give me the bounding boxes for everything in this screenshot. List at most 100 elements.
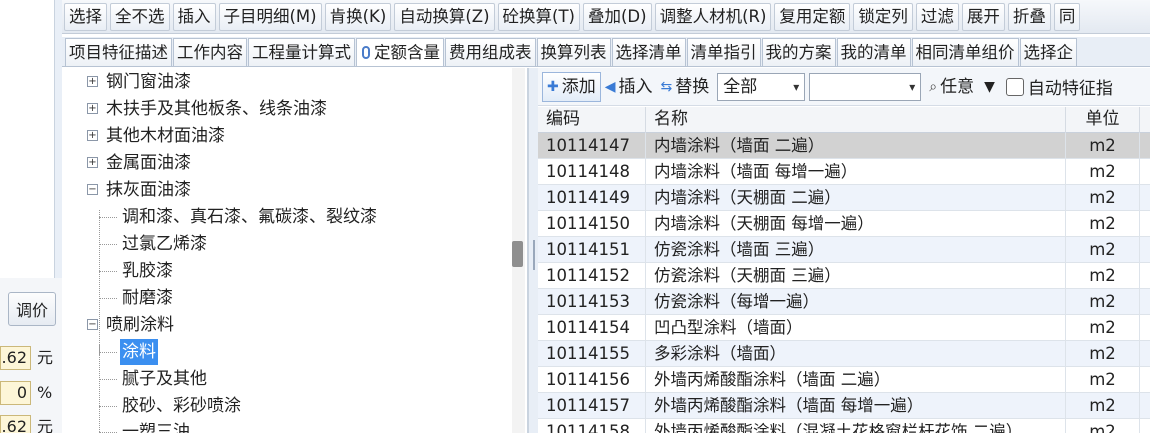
reuse-quota-button[interactable]: 复用定额 [774, 2, 851, 31]
any-match-button[interactable]: ⌕ 任意 [925, 72, 978, 102]
filter-button[interactable]: 过滤 [915, 2, 959, 31]
tab-conversion-list[interactable]: 换算列表 [536, 38, 611, 66]
same-button[interactable]: 同 [1053, 2, 1081, 31]
tree-item-label: 涂料 [120, 339, 158, 365]
tree-connector [99, 352, 117, 353]
cell-name: 内墙涂料（墙面 二遍） [646, 133, 1066, 159]
tree-item-label: 过氯乙烯漆 [122, 234, 207, 254]
adjust-materials-button[interactable]: 调整人材机(R) [654, 2, 772, 31]
insert-label: 插入 [618, 76, 653, 97]
auto-feature-checkbox[interactable] [1005, 77, 1024, 96]
scope-select[interactable]: 全部 ▾ [717, 72, 806, 101]
tab-label: 定额含量 [374, 43, 440, 62]
tab-same-bill-pricing[interactable]: 相同清单组价 [911, 38, 1019, 66]
expand-icon[interactable]: + [87, 76, 98, 87]
collapse-icon[interactable]: − [87, 184, 98, 195]
lock-column-button[interactable]: 锁定列 [853, 2, 913, 31]
tree-connector [99, 244, 117, 245]
table-row[interactable]: 10114156 外墙丙烯酸酯涂料（墙面 二遍） m2 [538, 367, 1150, 393]
tree-scrollbar-thumb[interactable] [512, 241, 523, 267]
tree-item-label: 腻子及其他 [122, 369, 207, 389]
column-header-unit[interactable]: 单位 [1066, 107, 1140, 133]
tab-select-enterprise[interactable]: 选择企 [1019, 38, 1077, 66]
tab-select-bill[interactable]: 选择清单 [611, 38, 686, 66]
tab-feature-description[interactable]: 项目特征描述 [65, 38, 172, 66]
tree-connector [99, 379, 117, 380]
tab-quantity-formula[interactable]: 工程量计算式 [248, 38, 355, 66]
value-row: .62 元 [0, 415, 62, 433]
table-row[interactable]: 10114152 仿瓷涂料（天棚面 三遍） m2 [538, 263, 1150, 289]
tree-item-label: 胶砂、彩砂喷涂 [122, 396, 241, 416]
expand-icon[interactable]: + [87, 157, 98, 168]
cell-name: 外墙丙烯酸酯涂料（墙面 二遍） [646, 367, 1066, 393]
auto-convert-button[interactable]: 自动换算(Z) [394, 2, 495, 31]
plus-icon: ✚ [547, 78, 559, 95]
expand-button[interactable]: 展开 [961, 2, 1005, 31]
insert-quota-button[interactable]: ◀ 插入 [601, 72, 657, 102]
cell-name: 凹凸型涂料（墙面） [646, 315, 1066, 341]
expand-icon[interactable]: + [87, 130, 98, 141]
cell-unit: m2 [1066, 341, 1140, 367]
swap-button[interactable]: 肯换(K) [324, 2, 392, 31]
table-row[interactable]: 10114153 仿瓷涂料（每增一遍） m2 [538, 289, 1150, 315]
table-row[interactable]: 10114155 多彩涂料（墙面） m2 [538, 341, 1150, 367]
tree-item-label: 木扶手及其他板条、线条油漆 [106, 99, 327, 119]
tree-connector [99, 298, 117, 299]
overlay-button[interactable]: 叠加(D) [582, 2, 652, 31]
table-row[interactable]: 10114158 外墙丙烯酸酯涂料（混凝土花格窗栏杆花饰 二遍） m2 [538, 419, 1150, 433]
tab-my-bills[interactable]: 我的清单 [836, 38, 911, 66]
collapse-button[interactable]: 折叠 [1007, 2, 1051, 31]
column-header-name[interactable]: 名称 [646, 107, 1066, 133]
dropdown-arrow-icon[interactable]: ▼ [984, 79, 995, 95]
table-row[interactable]: 10114157 外墙丙烯酸酯涂料（墙面 每增一遍） m2 [538, 393, 1150, 419]
tree-connector [99, 271, 117, 272]
chevron-down-icon: ▾ [909, 79, 916, 94]
quota-category-tree: + 钢门窗油漆 + 木扶手及其他板条、线条油漆 + 其他木材面油漆 + 金属面油… [62, 68, 528, 433]
adjust-price-button[interactable]: 调价 [8, 292, 56, 326]
value-field[interactable]: 0 [0, 381, 31, 405]
cell-unit: m2 [1066, 263, 1140, 289]
table-row[interactable]: 10114154 凹凸型涂料（墙面） m2 [538, 315, 1150, 341]
tab-my-plans[interactable]: 我的方案 [761, 38, 836, 66]
add-button[interactable]: ✚ 添加 [542, 71, 601, 102]
secondary-select[interactable]: ▾ [809, 72, 922, 101]
cell-name: 外墙丙烯酸酯涂料（墙面 每增一遍） [646, 393, 1066, 419]
chevron-down-icon: ▾ [793, 79, 800, 94]
value-row: 0 % [0, 381, 62, 407]
replace-button[interactable]: ⇆ 替换 [657, 72, 714, 102]
cell-unit: m2 [1066, 289, 1140, 315]
select-button[interactable]: 选择 [64, 2, 107, 31]
auto-feature-label: 自动特征指 [1027, 79, 1113, 99]
table-row[interactable]: 10114149 内墙涂料（天棚面 二遍） m2 [538, 185, 1150, 211]
value-field[interactable]: .62 [0, 346, 31, 370]
tab-work-content[interactable]: 工作内容 [173, 38, 247, 66]
sub-item-detail-button[interactable]: 子目明细(M) [218, 2, 322, 31]
pin-icon [362, 46, 370, 59]
tab-quota-content[interactable]: 定额含量 [356, 38, 444, 66]
value-field[interactable]: .62 [0, 415, 31, 433]
tree-item-label: 耐磨漆 [122, 288, 173, 308]
cell-code: 10114156 [538, 367, 646, 393]
column-header-code[interactable]: 编码 [538, 107, 646, 133]
insert-button[interactable]: 插入 [172, 2, 216, 31]
table-row[interactable]: 10114150 内墙涂料（天棚面 每增一遍） m2 [538, 211, 1150, 237]
expand-icon[interactable]: + [87, 103, 98, 114]
tab-cost-composition[interactable]: 费用组成表 [445, 38, 536, 66]
cell-code: 10114155 [538, 341, 646, 367]
arrow-left-icon: ◀ [604, 78, 616, 95]
tab-bill-guide[interactable]: 清单指引 [686, 38, 761, 66]
table-row[interactable]: 10114147 内墙涂料（墙面 二遍） m2 [538, 133, 1150, 159]
cell-name: 仿瓷涂料（墙面 三遍） [646, 237, 1066, 263]
search-icon: ⌕ [929, 78, 938, 95]
cell-name: 仿瓷涂料（每增一遍） [646, 289, 1066, 315]
collapse-icon[interactable]: − [87, 319, 98, 330]
concrete-convert-button[interactable]: 砼换算(T) [497, 2, 580, 31]
tree-connector [99, 344, 100, 433]
deselect-all-button[interactable]: 全不选 [110, 2, 170, 31]
tree-item-label: 钢门窗油漆 [106, 72, 191, 92]
cell-code: 10114147 [538, 133, 646, 159]
table-row[interactable]: 10114148 内墙涂料（墙面 每增一遍） m2 [538, 159, 1150, 185]
cell-code: 10114148 [538, 159, 646, 185]
cell-unit: m2 [1066, 185, 1140, 211]
table-row[interactable]: 10114151 仿瓷涂料（墙面 三遍） m2 [538, 237, 1150, 263]
